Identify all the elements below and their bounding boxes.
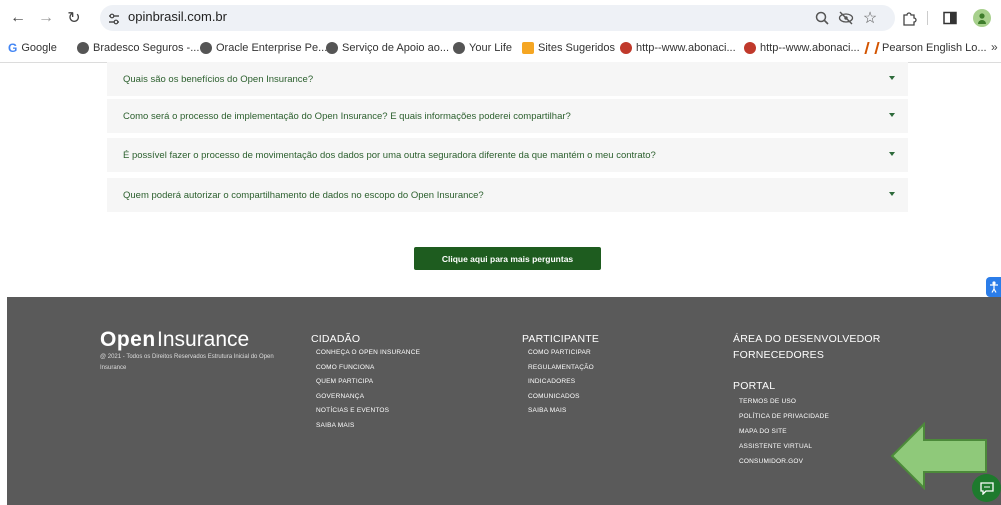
footer-logo-insurance[interactable]: Insurance bbox=[157, 328, 249, 352]
globe-icon bbox=[200, 42, 212, 54]
site-favicon-icon bbox=[620, 42, 632, 54]
footer-logo-open[interactable]: Open bbox=[100, 328, 156, 352]
faq-item[interactable]: Quem poderá autorizar o compartilhamento… bbox=[107, 178, 908, 212]
faq-question: Quem poderá autorizar o compartilhamento… bbox=[123, 189, 484, 201]
more-questions-button[interactable]: Clique aqui para mais perguntas bbox=[414, 247, 601, 270]
bookmark-servico[interactable]: Serviço de Apoio ao... bbox=[326, 39, 449, 57]
globe-icon bbox=[77, 42, 89, 54]
footer-link[interactable]: CONSUMIDOR.GOV bbox=[739, 458, 803, 465]
footer-heading-cidadao: CIDADÃO bbox=[311, 333, 361, 345]
footer-link[interactable]: NOTÍCIAS E EVENTOS bbox=[316, 407, 389, 414]
footer-link[interactable]: SAIBA MAIS bbox=[316, 422, 355, 429]
bookmark-sites-sugeridos[interactable]: Sites Sugeridos bbox=[522, 39, 615, 57]
more-bookmarks-icon[interactable]: » bbox=[991, 40, 998, 54]
globe-icon bbox=[326, 42, 338, 54]
bookmark-your-life[interactable]: Your Life bbox=[453, 39, 512, 57]
faq-item[interactable]: Quais são os benefícios do Open Insuranc… bbox=[107, 62, 908, 96]
chat-icon[interactable] bbox=[972, 474, 1001, 502]
footer-link[interactable]: INDICADORES bbox=[528, 378, 575, 385]
footer-link[interactable]: COMO PARTICIPAR bbox=[528, 349, 591, 356]
bookmark-abonaci-1[interactable]: http--www.abonaci... bbox=[620, 39, 736, 57]
copyright-text: @ 2021 - Todos os Direitos Reservados Es… bbox=[100, 354, 274, 371]
caret-down-icon bbox=[889, 152, 895, 156]
extensions-icon[interactable] bbox=[900, 9, 918, 27]
back-icon[interactable]: ← bbox=[8, 8, 28, 28]
accessibility-icon[interactable] bbox=[986, 277, 1001, 297]
tracking-off-icon[interactable] bbox=[837, 9, 855, 27]
bookmark-bradesco[interactable]: Bradesco Seguros -... bbox=[77, 39, 199, 57]
forward-icon[interactable]: → bbox=[36, 8, 56, 28]
footer-link[interactable]: CONHEÇA O OPEN INSURANCE bbox=[316, 349, 420, 356]
bookmark-star-icon[interactable]: ☆ bbox=[861, 9, 879, 27]
footer-heading-portal: PORTAL bbox=[733, 380, 776, 392]
caret-down-icon bbox=[889, 192, 895, 196]
footer-link[interactable]: ASSISTENTE VIRTUAL bbox=[739, 443, 812, 450]
globe-icon bbox=[453, 42, 465, 54]
footer-heading-suppliers[interactable]: FORNECEDORES bbox=[733, 349, 824, 361]
footer-link[interactable]: REGULAMENTAÇÃO bbox=[528, 364, 594, 371]
google-icon: G bbox=[8, 41, 18, 55]
footer-link[interactable]: MAPA DO SITE bbox=[739, 428, 787, 435]
side-panel-icon[interactable] bbox=[941, 9, 959, 27]
site-settings-icon[interactable] bbox=[108, 12, 120, 25]
pearson-icon bbox=[864, 42, 880, 54]
bookmark-oracle[interactable]: Oracle Enterprise Pe... bbox=[200, 39, 327, 57]
footer-heading-developer[interactable]: ÁREA DO DESENVOLVEDOR bbox=[733, 333, 881, 345]
footer-link[interactable]: POLÍTICA DE PRIVACIDADE bbox=[739, 413, 829, 420]
faq-question: Quais são os benefícios do Open Insuranc… bbox=[123, 73, 314, 85]
footer-link[interactable]: SAIBA MAIS bbox=[528, 407, 567, 414]
bookmark-pearson[interactable]: Pearson English Lo... bbox=[864, 39, 987, 57]
footer-link[interactable]: GOVERNANÇA bbox=[316, 393, 364, 400]
site-favicon-icon bbox=[744, 42, 756, 54]
faq-item[interactable]: Como será o processo de implementação do… bbox=[107, 99, 908, 133]
url-text[interactable]: opinbrasil.com.br bbox=[128, 9, 227, 24]
zoom-icon[interactable] bbox=[813, 9, 831, 27]
footer-link[interactable]: COMO FUNCIONA bbox=[316, 364, 375, 371]
caret-down-icon bbox=[889, 113, 895, 117]
bing-icon bbox=[522, 42, 534, 54]
bookmark-abonaci-2[interactable]: http--www.abonaci... bbox=[744, 39, 860, 57]
footer-link[interactable]: COMUNICADOS bbox=[528, 393, 580, 400]
faq-question: Como será o processo de implementação do… bbox=[123, 110, 571, 122]
bookmark-google[interactable]: G Google bbox=[8, 39, 57, 57]
footer-heading-participante: PARTICIPANTE bbox=[522, 333, 600, 345]
faq-item[interactable]: É possível fazer o processo de movimenta… bbox=[107, 138, 908, 172]
caret-down-icon bbox=[889, 76, 895, 80]
reload-icon[interactable]: ↻ bbox=[64, 8, 84, 28]
footer-link[interactable]: TERMOS DE USO bbox=[739, 398, 796, 405]
faq-question: É possível fazer o processo de movimenta… bbox=[123, 149, 656, 161]
footer-link[interactable]: QUEM PARTICIPA bbox=[316, 378, 373, 385]
toolbar-divider bbox=[927, 11, 928, 25]
profile-avatar[interactable] bbox=[973, 9, 991, 27]
